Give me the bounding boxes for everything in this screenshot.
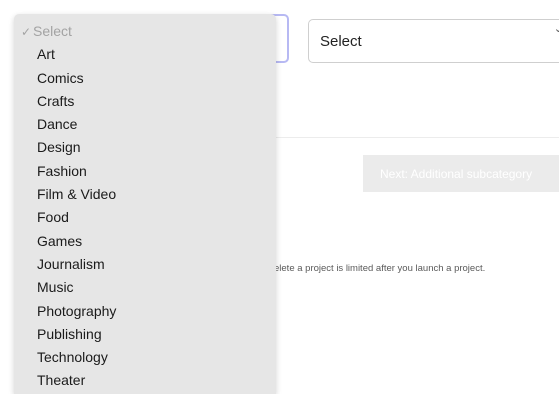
next-button-label: Next: Additional subcategory bbox=[380, 166, 533, 181]
dropdown-option-select[interactable]: ✓ Select bbox=[14, 22, 276, 45]
dropdown-option-fashion[interactable]: Fashion bbox=[14, 162, 276, 185]
dropdown-option-journalism[interactable]: Journalism bbox=[14, 255, 276, 278]
dropdown-option-music[interactable]: Music bbox=[14, 278, 276, 301]
dropdown-option-games[interactable]: Games bbox=[14, 232, 276, 255]
section-divider bbox=[276, 137, 559, 138]
launch-note: elete a project is limited after you lau… bbox=[274, 263, 486, 274]
dropdown-option-design[interactable]: Design bbox=[14, 138, 276, 161]
subcategory-select-value: Select bbox=[320, 32, 362, 50]
dropdown-option-theater[interactable]: Theater bbox=[14, 371, 276, 394]
dropdown-option-film-video[interactable]: Film & Video bbox=[14, 185, 276, 208]
dropdown-option-label: Select bbox=[33, 23, 72, 39]
next-additional-subcategory-button[interactable]: Next: Additional subcategory bbox=[363, 155, 559, 192]
subcategory-select[interactable]: Select ⌄ bbox=[308, 19, 559, 63]
dropdown-option-dance[interactable]: Dance bbox=[14, 115, 276, 138]
dropdown-option-photography[interactable]: Photography bbox=[14, 302, 276, 325]
dropdown-option-art[interactable]: Art bbox=[14, 45, 276, 68]
dropdown-option-comics[interactable]: Comics bbox=[14, 69, 276, 92]
category-dropdown-list: ✓ Select Art Comics Crafts Dance Design F… bbox=[14, 14, 276, 394]
dropdown-option-publishing[interactable]: Publishing bbox=[14, 325, 276, 348]
chevron-down-icon: ⌄ bbox=[553, 23, 559, 35]
dropdown-option-technology[interactable]: Technology bbox=[14, 348, 276, 371]
dropdown-option-crafts[interactable]: Crafts bbox=[14, 92, 276, 115]
checkmark-icon: ✓ bbox=[21, 25, 32, 39]
dropdown-option-food[interactable]: Food bbox=[14, 208, 276, 231]
